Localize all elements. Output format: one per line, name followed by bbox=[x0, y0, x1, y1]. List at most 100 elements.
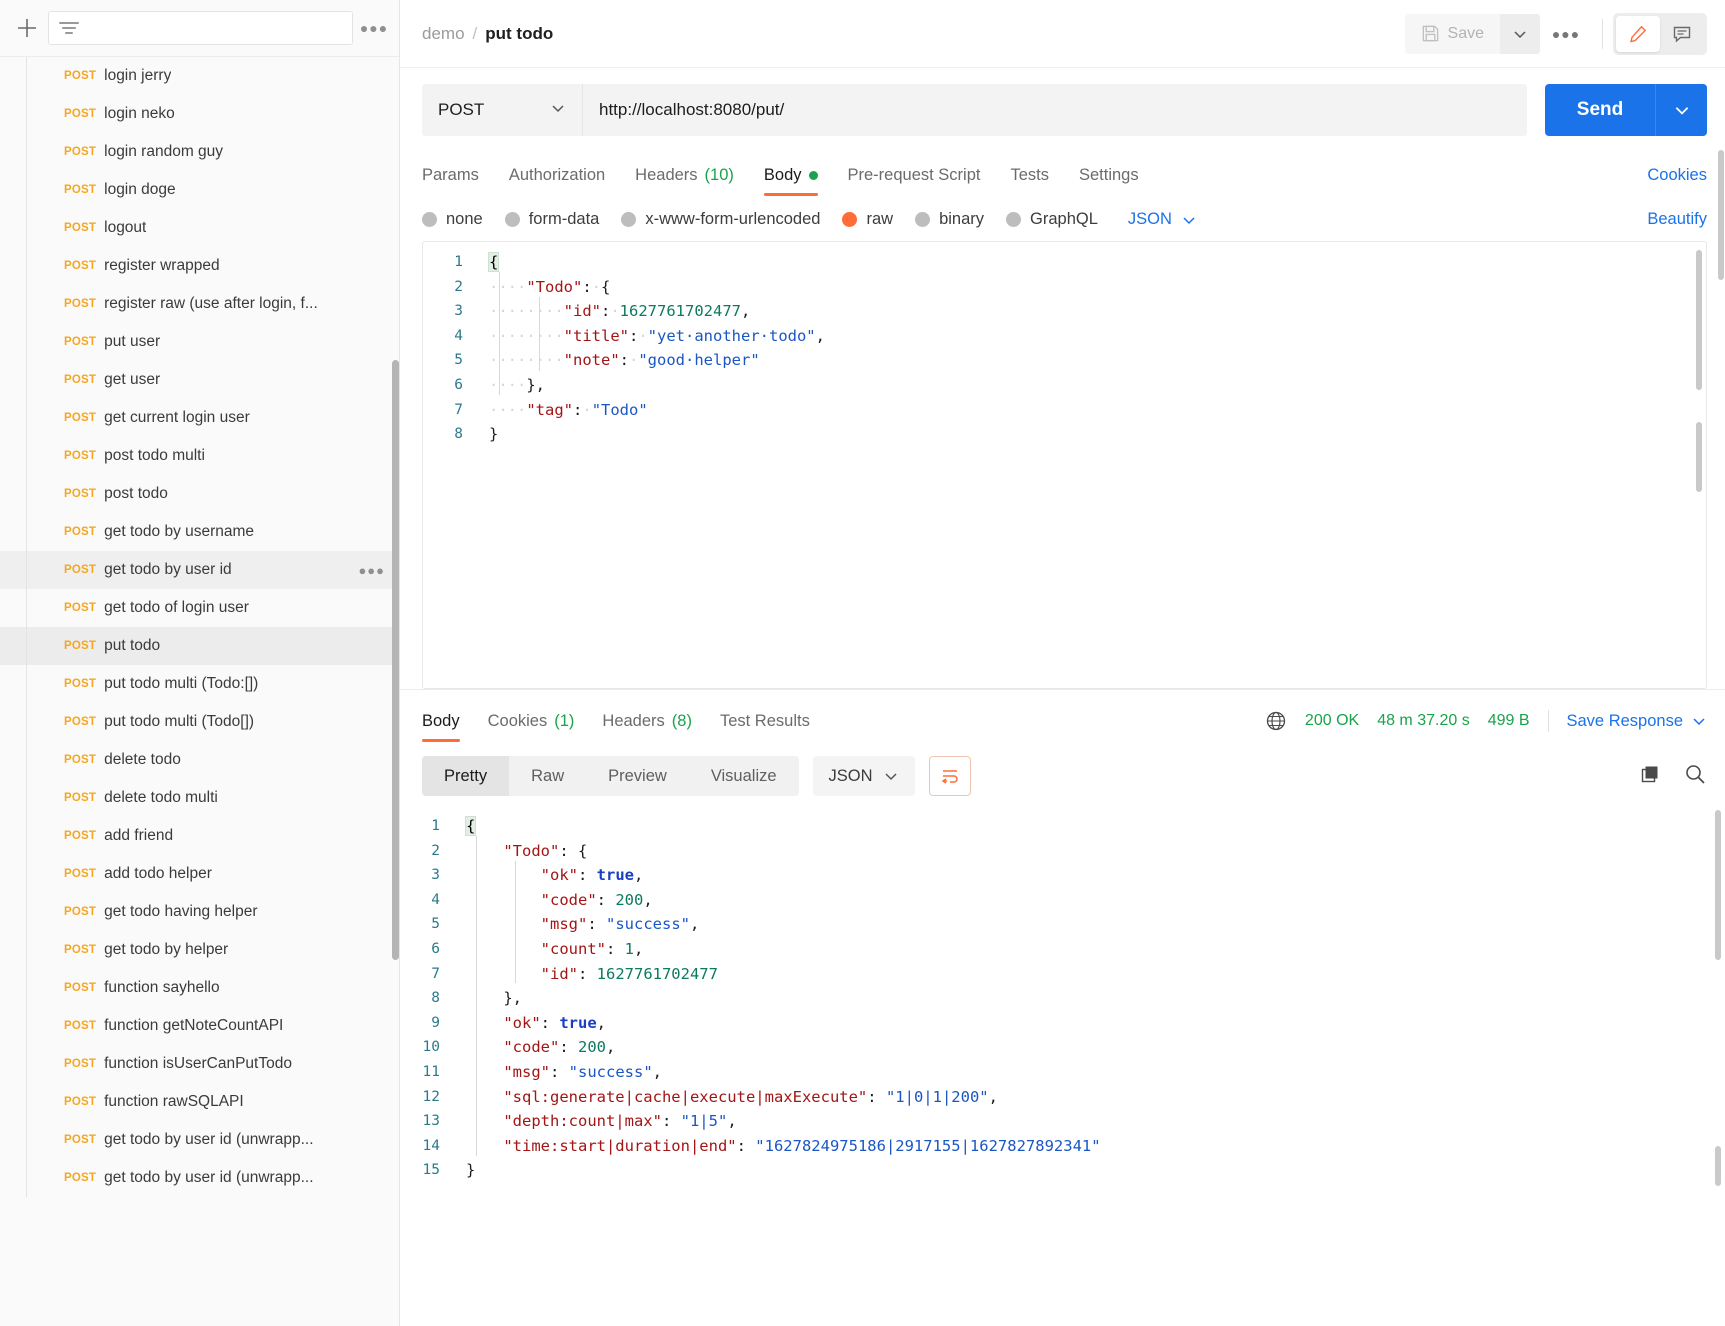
code-line: 5 "msg": "success", bbox=[400, 912, 1725, 937]
globe-icon[interactable] bbox=[1265, 710, 1287, 732]
request-tab-authorization[interactable]: Authorization bbox=[509, 166, 605, 196]
main-scrollbar[interactable] bbox=[1718, 150, 1724, 280]
request-body-code: 1{2 ····"Todo":·{3 ········"id":·162776170… bbox=[423, 242, 1706, 447]
save-response-button[interactable]: Save Response bbox=[1567, 712, 1708, 731]
send-options-button[interactable] bbox=[1655, 84, 1707, 136]
wrap-lines-button[interactable] bbox=[928, 756, 971, 796]
request-list-item[interactable]: POST get todo of login user bbox=[0, 589, 399, 627]
request-list-item-label: post todo multi bbox=[104, 447, 205, 464]
request-editor-scrollbar-thumb2[interactable] bbox=[1696, 422, 1702, 492]
breadcrumb-collection[interactable]: demo bbox=[422, 24, 465, 44]
request-list-item[interactable]: POST function getNoteCountAPI bbox=[0, 1007, 399, 1045]
request-list-item[interactable]: POST add friend bbox=[0, 817, 399, 855]
request-list-item[interactable]: POST function sayhello bbox=[0, 969, 399, 1007]
request-list-item[interactable]: POST put todo multi (Todo:[]) bbox=[0, 665, 399, 703]
request-tab-params[interactable]: Params bbox=[422, 166, 479, 196]
line-number: 5 bbox=[454, 352, 463, 369]
body-type-raw[interactable]: raw bbox=[842, 210, 893, 229]
request-list-item[interactable]: POST get todo having helper bbox=[0, 893, 399, 931]
request-list-item[interactable]: POST get todo by helper bbox=[0, 931, 399, 969]
code-token: , bbox=[727, 1112, 737, 1131]
response-body[interactable]: 1{2 "Todo": {3 "ok": true, 4 "code": 200,… bbox=[400, 806, 1725, 1326]
method-select[interactable]: POST bbox=[422, 84, 582, 136]
request-tab-headers[interactable]: Headers (10) bbox=[635, 166, 734, 196]
request-item-more-button[interactable]: ●●● bbox=[358, 563, 385, 578]
request-list-item-label: get todo of login user bbox=[104, 599, 249, 616]
indent-guide bbox=[515, 861, 516, 983]
request-method-badge: POST bbox=[64, 1058, 97, 1070]
cookies-link[interactable]: Cookies bbox=[1647, 166, 1707, 196]
request-list-item-label: put todo multi (Todo:[]) bbox=[104, 675, 259, 692]
line-number: 14 bbox=[422, 1137, 440, 1154]
request-list-item[interactable]: POST function isUserCanPutTodo bbox=[0, 1045, 399, 1083]
request-list-item[interactable]: POST get todo by user id (unwrapp... bbox=[0, 1159, 399, 1197]
request-list-item[interactable]: POST get todo by user id ●●● bbox=[0, 551, 399, 589]
body-type-binary[interactable]: binary bbox=[915, 210, 984, 229]
request-list-item[interactable]: POST get todo by user id (unwrapp... bbox=[0, 1121, 399, 1159]
request-editor-scrollbar[interactable] bbox=[1696, 250, 1702, 390]
body-type-form-data[interactable]: form-data bbox=[504, 210, 599, 229]
request-list-item[interactable]: POST logout bbox=[0, 209, 399, 247]
request-method-badge: POST bbox=[64, 374, 97, 386]
request-list-item[interactable]: POST register wrapped bbox=[0, 247, 399, 285]
request-list-item[interactable]: POST function rawSQLAPI bbox=[0, 1083, 399, 1121]
radio-icon bbox=[842, 212, 858, 227]
request-tab-pre-request-script[interactable]: Pre-request Script bbox=[848, 166, 981, 196]
header-more-button[interactable]: ●●● bbox=[1540, 26, 1592, 42]
request-list-item[interactable]: POST get todo by username bbox=[0, 513, 399, 551]
request-list-item[interactable]: POST get current login user bbox=[0, 399, 399, 437]
send-button[interactable]: Send bbox=[1545, 84, 1655, 136]
request-tab-tests[interactable]: Tests bbox=[1010, 166, 1049, 196]
new-item-button[interactable] bbox=[8, 9, 46, 47]
body-type-graphql[interactable]: GraphQL bbox=[1006, 210, 1098, 229]
sidebar-scrollbar[interactable] bbox=[392, 360, 399, 960]
sidebar-filter-input[interactable] bbox=[48, 11, 353, 45]
response-scrollbar-thumb2[interactable] bbox=[1715, 1146, 1721, 1186]
response-tab-label: Test Results bbox=[719, 712, 810, 730]
code-token: }, bbox=[503, 989, 522, 1008]
edit-mode-button[interactable] bbox=[1616, 15, 1660, 52]
request-list-item[interactable]: POST put todo bbox=[0, 627, 399, 665]
request-list-item[interactable]: POST login neko bbox=[0, 95, 399, 133]
request-list-item[interactable]: POST put user bbox=[0, 323, 399, 361]
code-token: · bbox=[582, 400, 592, 419]
beautify-button[interactable]: Beautify bbox=[1647, 210, 1707, 229]
body-format-select[interactable]: JSON bbox=[1128, 210, 1197, 229]
response-view-raw[interactable]: Raw bbox=[509, 756, 586, 796]
request-tab-settings[interactable]: Settings bbox=[1079, 166, 1139, 196]
request-list-item[interactable]: POST login jerry bbox=[0, 57, 399, 95]
response-view-visualize[interactable]: Visualize bbox=[689, 756, 799, 796]
response-view-preview[interactable]: Preview bbox=[586, 756, 689, 796]
body-type-x-www-form-urlencoded[interactable]: x-www-form-urlencoded bbox=[621, 210, 820, 229]
response-tab-body[interactable]: Body bbox=[422, 712, 460, 742]
request-list-item[interactable]: POST login random guy bbox=[0, 133, 399, 171]
body-type-none[interactable]: none bbox=[422, 210, 483, 229]
response-tab-test-results[interactable]: Test Results bbox=[720, 712, 810, 742]
response-scrollbar[interactable] bbox=[1715, 810, 1721, 960]
request-list-item[interactable]: POST post todo multi bbox=[0, 437, 399, 475]
request-list-item[interactable]: POST put todo multi (Todo[]) bbox=[0, 703, 399, 741]
response-view-pretty[interactable]: Pretty bbox=[422, 756, 510, 796]
copy-icon[interactable] bbox=[1639, 763, 1661, 790]
response-tab-headers[interactable]: Headers (8) bbox=[602, 712, 692, 742]
request-list-item[interactable]: POST add todo helper bbox=[0, 855, 399, 893]
response-tab-cookies[interactable]: Cookies (1) bbox=[488, 712, 575, 742]
search-icon[interactable] bbox=[1683, 762, 1707, 791]
url-input[interactable]: http://localhost:8080/put/ bbox=[582, 84, 1527, 136]
save-button[interactable]: Save bbox=[1404, 13, 1500, 54]
request-list-item[interactable]: POST post todo bbox=[0, 475, 399, 513]
response-format-select[interactable]: JSON bbox=[812, 756, 915, 796]
request-tab-body[interactable]: Body bbox=[763, 166, 818, 196]
request-list-item[interactable]: POST delete todo bbox=[0, 741, 399, 779]
code-text: "sql:generate|cache|execute|maxExecute":… bbox=[456, 1085, 998, 1110]
sidebar-more-button[interactable]: ●●● bbox=[359, 20, 389, 36]
request-list-item[interactable]: POST login doge bbox=[0, 171, 399, 209]
request-body-editor[interactable]: 1{2 ····"Todo":·{3 ········"id":·162776170… bbox=[422, 241, 1707, 689]
request-list-item[interactable]: POST get user bbox=[0, 361, 399, 399]
request-list-item[interactable]: POST register raw (use after login, f... bbox=[0, 285, 399, 323]
code-text: ········"id":·1627761702477, bbox=[479, 299, 750, 324]
code-line: 1{ bbox=[400, 814, 1725, 839]
request-list-item[interactable]: POST delete todo multi bbox=[0, 779, 399, 817]
comments-button[interactable] bbox=[1660, 16, 1704, 52]
save-options-button[interactable] bbox=[1500, 13, 1540, 54]
